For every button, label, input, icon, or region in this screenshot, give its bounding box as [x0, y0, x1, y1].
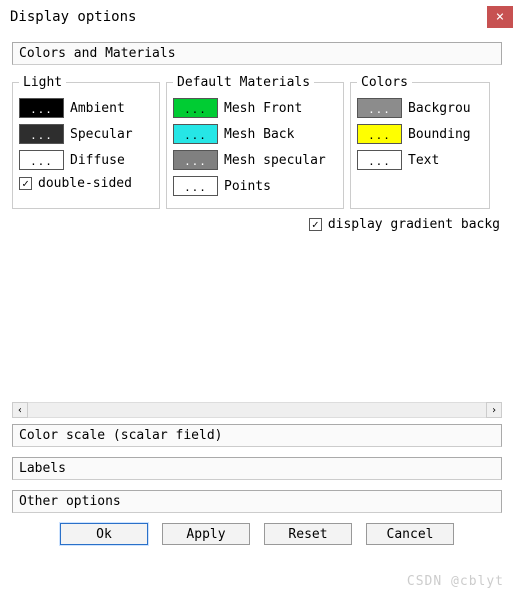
points-row: ... Points — [173, 176, 337, 196]
specular-label: Specular — [70, 127, 133, 142]
double-sided-checkbox[interactable]: ✓ — [19, 177, 32, 190]
group-default-materials: Default Materials ... Mesh Front ... Mes… — [166, 75, 344, 209]
dialog-body: Colors and Materials Light ... Ambient .… — [0, 34, 514, 553]
light-diffuse-row: ... Diffuse — [19, 150, 153, 170]
section-colors-and-materials[interactable]: Colors and Materials — [12, 42, 502, 65]
text-color-row: ... Text — [357, 150, 483, 170]
dialog-window: Display options × Colors and Materials L… — [0, 0, 514, 553]
section-other-options[interactable]: Other options — [12, 490, 502, 513]
background-label: Backgrou — [408, 101, 471, 116]
groups-row: Light ... Ambient ... Specular ... Diffu… — [12, 75, 502, 209]
button-bar: Ok Apply Reset Cancel — [12, 523, 502, 545]
mesh-front-row: ... Mesh Front — [173, 98, 337, 118]
gradient-checkbox-wrap[interactable]: ✓ display gradient backg — [309, 217, 500, 232]
background-row: ... Backgrou — [357, 98, 483, 118]
ambient-swatch[interactable]: ... — [19, 98, 64, 118]
watermark-text: CSDN @cblyt — [407, 574, 504, 589]
mesh-specular-label: Mesh specular — [224, 153, 326, 168]
points-label: Points — [224, 179, 271, 194]
group-colors-legend: Colors — [357, 75, 412, 90]
section-color-scale[interactable]: Color scale (scalar field) — [12, 424, 502, 447]
ambient-label: Ambient — [70, 101, 125, 116]
scroll-track[interactable] — [28, 402, 486, 418]
mesh-front-label: Mesh Front — [224, 101, 302, 116]
scroll-right-icon[interactable]: › — [486, 402, 502, 418]
mesh-specular-row: ... Mesh specular — [173, 150, 337, 170]
apply-button[interactable]: Apply — [162, 523, 250, 545]
mesh-specular-swatch[interactable]: ... — [173, 150, 218, 170]
light-ambient-row: ... Ambient — [19, 98, 153, 118]
bounding-swatch[interactable]: ... — [357, 124, 402, 144]
points-swatch[interactable]: ... — [173, 176, 218, 196]
double-sided-checkbox-row[interactable]: ✓ double-sided — [19, 176, 153, 191]
gradient-checkbox[interactable]: ✓ — [309, 218, 322, 231]
bounding-label: Bounding — [408, 127, 471, 142]
ok-button[interactable]: Ok — [60, 523, 148, 545]
mesh-back-swatch[interactable]: ... — [173, 124, 218, 144]
mesh-front-swatch[interactable]: ... — [173, 98, 218, 118]
reset-button[interactable]: Reset — [264, 523, 352, 545]
section-labels[interactable]: Labels — [12, 457, 502, 480]
light-specular-row: ... Specular — [19, 124, 153, 144]
text-color-swatch[interactable]: ... — [357, 150, 402, 170]
background-swatch[interactable]: ... — [357, 98, 402, 118]
group-light-legend: Light — [19, 75, 66, 90]
gradient-label: display gradient backg — [328, 217, 500, 232]
group-colors: Colors ... Backgrou ... Bounding ... Tex… — [350, 75, 490, 209]
scroll-left-icon[interactable]: ‹ — [12, 402, 28, 418]
horizontal-scrollbar[interactable]: ‹ › — [12, 402, 502, 418]
diffuse-swatch[interactable]: ... — [19, 150, 64, 170]
group-light: Light ... Ambient ... Specular ... Diffu… — [12, 75, 160, 209]
close-button[interactable]: × — [487, 6, 513, 28]
window-title: Display options — [10, 9, 136, 25]
cancel-button[interactable]: Cancel — [366, 523, 454, 545]
gradient-checkbox-row: ✓ display gradient backg — [12, 217, 500, 232]
titlebar: Display options × — [0, 0, 514, 34]
specular-swatch[interactable]: ... — [19, 124, 64, 144]
group-materials-legend: Default Materials — [173, 75, 314, 90]
mesh-back-label: Mesh Back — [224, 127, 294, 142]
bounding-row: ... Bounding — [357, 124, 483, 144]
double-sided-label: double-sided — [38, 176, 132, 191]
text-color-label: Text — [408, 153, 439, 168]
diffuse-label: Diffuse — [70, 153, 125, 168]
mesh-back-row: ... Mesh Back — [173, 124, 337, 144]
